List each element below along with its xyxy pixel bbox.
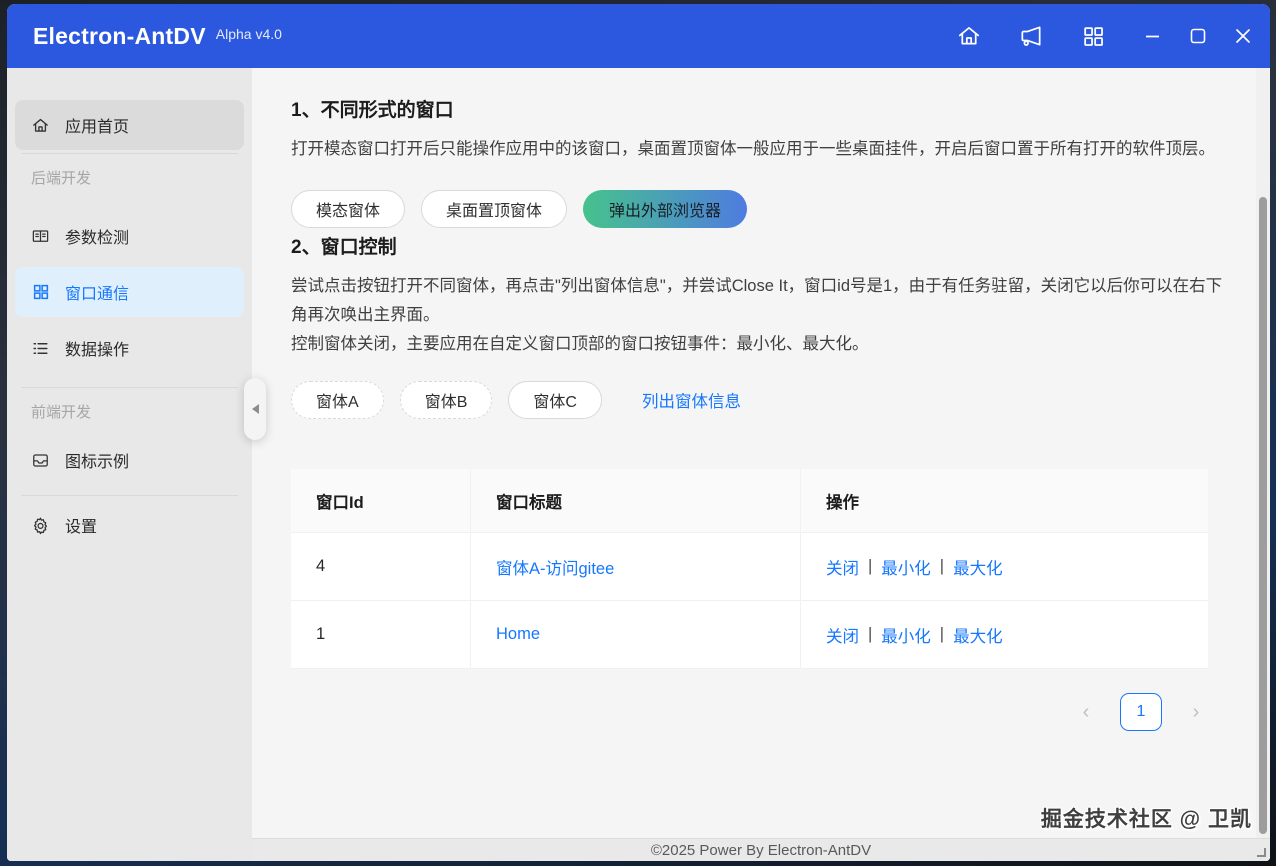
sidebar-item-label: 参数检测 xyxy=(65,224,129,248)
maximize-icon xyxy=(1186,24,1210,48)
window-a-button[interactable]: 窗体A xyxy=(291,381,384,419)
sidebar-section-frontend: 前端开发 xyxy=(15,391,244,431)
megaphone-icon xyxy=(1018,23,1044,49)
section2-description-line1: 尝试点击按钮打开不同窗体，再点击"列出窗体信息"，并尝试Close It，窗口i… xyxy=(291,272,1223,330)
close-window-link[interactable]: 关闭 xyxy=(826,555,859,579)
section2-heading: 2、窗口控制 xyxy=(291,232,1223,259)
blocks-icon xyxy=(31,283,50,302)
chevron-left-icon xyxy=(252,404,259,414)
maximize-button[interactable] xyxy=(1185,23,1211,49)
sidebar-collapse-handle[interactable] xyxy=(244,378,266,440)
action-separator: | xyxy=(940,625,944,644)
sidebar-item-data-ops[interactable]: 数据操作 xyxy=(15,323,244,373)
home-icon xyxy=(956,23,982,49)
always-on-top-button[interactable]: 桌面置顶窗体 xyxy=(421,190,567,228)
sidebar-divider xyxy=(21,387,238,388)
action-separator: | xyxy=(940,557,944,576)
column-header-window-id: 窗口Id xyxy=(291,469,471,533)
table-row: 1 Home 关闭 | 最小化 | 最大化 xyxy=(291,601,1208,669)
apps-menu-button[interactable] xyxy=(1080,23,1106,49)
window-c-button[interactable]: 窗体C xyxy=(508,381,602,419)
window-id-cell: 4 xyxy=(291,533,471,601)
sidebar-item-label: 数据操作 xyxy=(65,336,129,360)
sidebar-item-label: 设置 xyxy=(65,513,97,537)
main-content: 1、不同形式的窗口 打开模态窗口打开后只能操作应用中的该窗口，桌面置顶窗体一般应… xyxy=(252,68,1270,861)
action-separator: | xyxy=(868,625,872,644)
action-separator: | xyxy=(868,557,872,576)
sidebar-divider xyxy=(21,495,238,496)
minimize-window-link[interactable]: 最小化 xyxy=(881,555,931,579)
column-header-window-title: 窗口标题 xyxy=(471,469,801,533)
footer: ©2025 Power By Electron-AntDV xyxy=(252,838,1270,861)
modal-window-button[interactable]: 模态窗体 xyxy=(291,190,405,228)
column-header-actions: 操作 xyxy=(801,469,1208,533)
window-b-button[interactable]: 窗体B xyxy=(400,381,493,419)
pagination-page-1[interactable]: 1 xyxy=(1120,693,1162,731)
window-title-link[interactable]: 窗体A-访问gitee xyxy=(496,555,614,579)
table-row: 4 窗体A-访问gitee 关闭 | 最小化 | 最大化 xyxy=(291,533,1208,601)
scrollbar-thumb[interactable] xyxy=(1259,197,1267,834)
copyright-text: ©2025 Power By Electron-AntDV xyxy=(651,842,871,859)
titlebar-nav xyxy=(956,23,1106,49)
close-window-link[interactable]: 关闭 xyxy=(826,623,859,647)
inbox-icon xyxy=(31,451,50,470)
maximize-window-link[interactable]: 最大化 xyxy=(953,555,1003,579)
section1-heading: 1、不同形式的窗口 xyxy=(291,95,1223,122)
book-icon xyxy=(31,227,50,246)
windows-table: 窗口Id 窗口标题 操作 4 窗体A-访问gitee 关闭 | xyxy=(291,469,1208,669)
sidebar-item-label: 窗口通信 xyxy=(65,280,129,304)
grid-icon xyxy=(1081,24,1106,49)
community-watermark: 掘金技术社区 @ 卫凯 xyxy=(1041,803,1252,833)
list-icon xyxy=(31,339,50,358)
app-title: Electron-AntDV xyxy=(33,23,206,50)
close-button[interactable] xyxy=(1230,23,1256,49)
announcement-button[interactable] xyxy=(1018,23,1044,49)
window-controls xyxy=(1140,23,1256,49)
scrollbar-track[interactable] xyxy=(1256,68,1270,838)
list-windows-link[interactable]: 列出窗体信息 xyxy=(642,388,741,412)
titlebar: Electron-AntDV Alpha v4.0 xyxy=(7,4,1270,68)
minimize-button[interactable] xyxy=(1140,23,1166,49)
home-nav-button[interactable] xyxy=(956,23,982,49)
gear-icon xyxy=(31,516,50,535)
sidebar-item-param-check[interactable]: 参数检测 xyxy=(15,211,244,261)
resize-grip-icon xyxy=(1257,848,1266,857)
section1-description: 打开模态窗口打开后只能操作应用中的该窗口，桌面置顶窗体一般应用于一些桌面挂件，开… xyxy=(291,135,1223,164)
sidebar-item-settings[interactable]: 设置 xyxy=(15,500,244,550)
section2-description-line2: 控制窗体关闭，主要应用在自定义窗口顶部的窗口按钮事件：最小化、最大化。 xyxy=(291,330,1223,359)
minimize-icon xyxy=(1141,24,1165,48)
app-version: Alpha v4.0 xyxy=(216,26,282,42)
window-title-link[interactable]: Home xyxy=(496,625,540,644)
app-window: Electron-AntDV Alpha v4.0 xyxy=(7,4,1270,861)
sidebar-item-label: 图标示例 xyxy=(65,448,129,472)
minimize-window-link[interactable]: 最小化 xyxy=(881,623,931,647)
pagination-prev-icon[interactable]: ‹ xyxy=(1074,696,1098,728)
sidebar-divider xyxy=(21,153,238,154)
window-id-cell: 1 xyxy=(291,601,471,669)
close-icon xyxy=(1231,24,1255,48)
home-icon xyxy=(31,116,50,135)
pagination: ‹ 1 › xyxy=(291,693,1208,731)
maximize-window-link[interactable]: 最大化 xyxy=(953,623,1003,647)
sidebar-section-backend: 后端开发 xyxy=(15,157,244,197)
sidebar-item-label: 应用首页 xyxy=(65,113,129,137)
pagination-next-icon[interactable]: › xyxy=(1184,696,1208,728)
sidebar: 应用首页 后端开发 参数检测 xyxy=(7,68,252,861)
open-external-browser-button[interactable]: 弹出外部浏览器 xyxy=(583,190,747,228)
sidebar-item-icon-demo[interactable]: 图标示例 xyxy=(15,435,244,485)
sidebar-item-window-comm[interactable]: 窗口通信 xyxy=(15,267,244,317)
table-header-row: 窗口Id 窗口标题 操作 xyxy=(291,469,1208,533)
sidebar-item-home[interactable]: 应用首页 xyxy=(15,100,244,150)
